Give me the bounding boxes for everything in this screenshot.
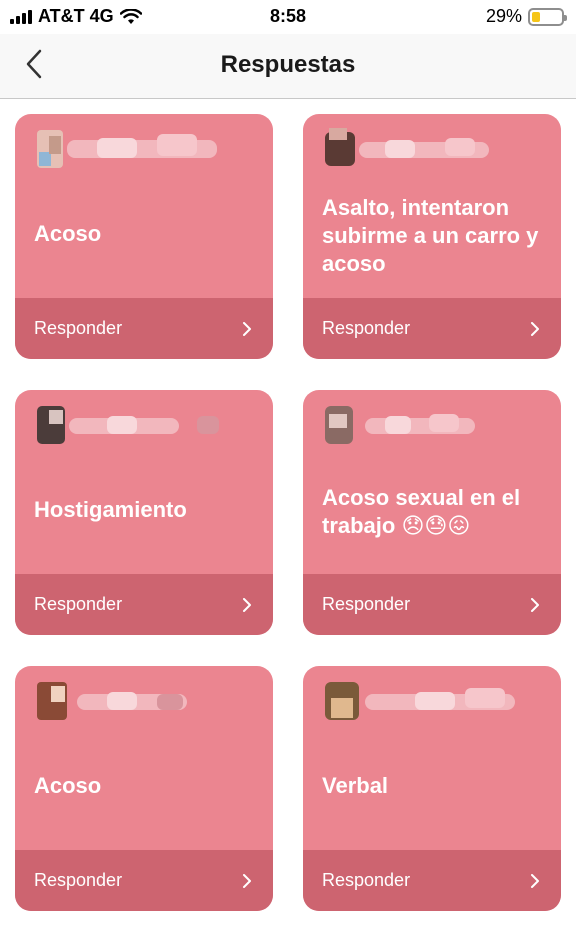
- response-card[interactable]: Asalto, intentaron subirme a un carro y …: [303, 114, 561, 359]
- chevron-right-icon: [531, 597, 539, 612]
- status-bar: AT&T 4G 8:58 29%: [0, 0, 576, 34]
- response-card[interactable]: Acoso Responder: [15, 666, 273, 911]
- chevron-right-icon: [531, 321, 539, 336]
- card-body: Asalto, intentaron subirme a un carro y …: [303, 114, 561, 298]
- reply-label: Responder: [34, 318, 123, 338]
- card-body: Verbal: [303, 666, 561, 850]
- page-title: Respuestas: [220, 51, 356, 78]
- card-body: Hostigamiento: [15, 390, 273, 574]
- card-title: Acoso sexual en el trabajo 😞😓😖: [322, 485, 521, 538]
- blurred-avatar-image: [37, 406, 219, 444]
- blurred-avatar-image: [37, 682, 187, 720]
- blurred-avatar-image: [325, 128, 489, 166]
- chevron-right-icon: [243, 597, 251, 612]
- reply-button[interactable]: Responder: [15, 574, 273, 635]
- chevron-right-icon: [531, 873, 539, 888]
- response-card[interactable]: Verbal Responder: [303, 666, 561, 911]
- reply-button[interactable]: Responder: [15, 850, 273, 911]
- card-body: Acoso: [15, 114, 273, 298]
- response-card[interactable]: Acoso Responder: [15, 114, 273, 359]
- reply-label: Responder: [322, 870, 411, 890]
- reply-label: Responder: [34, 594, 123, 614]
- card-title: Acoso: [34, 773, 102, 798]
- card-title: Acoso: [34, 221, 102, 246]
- reply-label: Responder: [322, 318, 411, 338]
- battery-fill: [532, 11, 541, 22]
- card-title: Verbal: [322, 773, 389, 798]
- reply-label: Responder: [34, 870, 123, 890]
- status-right: 29%: [485, 6, 567, 27]
- response-card[interactable]: Hostigamiento Responder: [15, 390, 273, 635]
- card-title: Asalto, intentaron subirme a un carro y …: [322, 195, 539, 276]
- chevron-right-icon: [243, 873, 251, 888]
- card-body: Acoso sexual en el trabajo 😞😓😖: [303, 390, 561, 574]
- reply-button[interactable]: Responder: [303, 298, 561, 359]
- battery-percent: 29%: [485, 6, 522, 26]
- chevron-right-icon: [243, 321, 251, 336]
- navigation-bar: Respuestas: [0, 34, 576, 99]
- card-body: Acoso: [15, 666, 273, 850]
- reply-button[interactable]: Responder: [15, 298, 273, 359]
- battery-icon: [528, 7, 567, 26]
- response-card[interactable]: Acoso sexual en el trabajo 😞😓😖 Responder: [303, 390, 561, 635]
- reply-button[interactable]: Responder: [303, 850, 561, 911]
- blurred-avatar-image: [325, 406, 475, 444]
- reply-button[interactable]: Responder: [303, 574, 561, 635]
- reply-label: Responder: [322, 594, 411, 614]
- blurred-avatar-image: [37, 130, 217, 168]
- card-title: Hostigamiento: [34, 497, 187, 522]
- blurred-avatar-image: [325, 682, 515, 720]
